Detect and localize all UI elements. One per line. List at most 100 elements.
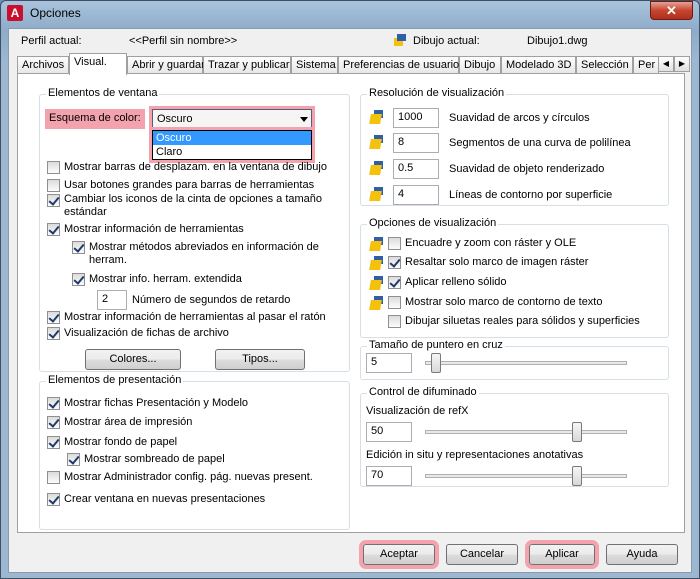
chevron-down-icon[interactable] [300, 117, 308, 122]
tab-dibujo[interactable]: Dibujo [459, 56, 501, 74]
checkbox-tooltips[interactable] [47, 223, 60, 236]
xref-fade-input[interactable]: 50 [366, 422, 412, 442]
option-claro[interactable]: Claro [153, 145, 311, 159]
tab-sistema[interactable]: Sistema [291, 56, 338, 74]
display-option-icon [369, 295, 385, 311]
resolution-icon [369, 134, 385, 150]
drawing-value: Dibujo1.dwg [527, 35, 588, 47]
checkbox-scrollbars[interactable] [47, 161, 60, 174]
color-scheme-select[interactable]: Oscuro [149, 106, 315, 133]
resolution-icon [369, 160, 385, 176]
drawing-icon [393, 33, 407, 47]
checkbox-create-viewport[interactable] [47, 493, 60, 506]
cancel-button[interactable]: Cancelar [446, 544, 518, 565]
tab-scroll-right-icon[interactable]: ▶ [674, 56, 690, 72]
checkbox-file-tabs[interactable] [47, 327, 60, 340]
inplace-fade-label: Edición in situ y representaciones anota… [366, 449, 584, 461]
fonts-button[interactable]: Tipos... [215, 349, 305, 370]
checkbox-pan-zoom-raster[interactable] [388, 237, 401, 250]
inplace-fade-slider-thumb[interactable] [572, 466, 582, 486]
label-large-buttons: Usar botones grandes para barras de herr… [64, 179, 315, 191]
checkbox-text-boundary[interactable] [388, 296, 401, 309]
polyline-segments-label: Segmentos de una curva de polilínea [449, 137, 631, 149]
delay-seconds-input[interactable]: 2 [97, 290, 127, 310]
crosshair-size-input[interactable]: 5 [366, 353, 412, 373]
checkbox-highlight-raster-frame[interactable] [388, 256, 401, 269]
display-options-group: Opciones de visualización Encuadre y zoo… [360, 217, 669, 338]
label-ribbon-icons: Cambiar los iconos de la cinta de opcion… [64, 193, 323, 205]
tab-visual[interactable]: Visual. [69, 53, 127, 75]
ok-button[interactable]: Aceptar [359, 540, 439, 569]
profile-value: <<Perfil sin nombre>> [129, 35, 238, 47]
checkbox-paper-shadow[interactable] [67, 453, 80, 466]
tab-modelado-3d[interactable]: Modelado 3D [501, 56, 576, 74]
autocad-logo-icon: A [7, 5, 23, 21]
checkbox-extended-tooltips[interactable] [72, 273, 85, 286]
label-layout-tabs: Mostrar fichas Presentación y Modelo [64, 397, 249, 409]
tab-archivos[interactable]: Archivos [17, 56, 69, 74]
label-create-viewport: Crear ventana en nuevas presentaciones [64, 493, 266, 505]
crosshair-size-group: Tamaño de puntero en cruz 5 [360, 339, 669, 380]
display-option-icon [369, 236, 385, 252]
visual-tab-panel: Elementos de ventana Esquema de color: O… [17, 73, 685, 533]
tab-abrir-guardar[interactable]: Abrir y guardar [127, 56, 205, 74]
xref-fade-slider-thumb[interactable] [572, 422, 582, 442]
display-resolution-title: Resolución de visualización [367, 87, 507, 99]
render-smoothness-input[interactable]: 0.5 [393, 159, 439, 179]
layout-elements-group: Elementos de presentación Mostrar fichas… [39, 374, 350, 530]
arc-smoothness-input[interactable]: 1000 [393, 108, 439, 128]
checkbox-layout-tabs[interactable] [47, 397, 60, 410]
label-paper-background: Mostrar fondo de papel [64, 436, 178, 448]
checkbox-rollover-tooltips[interactable] [47, 311, 60, 324]
label-pan-zoom-raster: Encuadre y zoom con ráster y OLE [405, 237, 577, 249]
checkbox-print-area[interactable] [47, 416, 60, 429]
crosshair-slider-thumb[interactable] [431, 353, 441, 373]
checkbox-page-setup-manager[interactable] [47, 471, 60, 484]
window-elements-group: Elementos de ventana Esquema de color: O… [39, 87, 350, 372]
inplace-fade-input[interactable]: 70 [366, 466, 412, 486]
tab-scroll-left-icon[interactable]: ◀ [658, 56, 674, 72]
label-true-silhouettes: Dibujar siluetas reales para sólidos y s… [405, 315, 640, 327]
checkbox-shortcuts[interactable] [72, 241, 85, 254]
checkbox-ribbon-icons[interactable] [47, 194, 60, 207]
label-solid-fill: Aplicar relleno sólido [405, 276, 507, 288]
display-options-title: Opciones de visualización [367, 217, 499, 229]
contour-lines-input[interactable]: 4 [393, 185, 439, 205]
label-file-tabs: Visualización de fichas de archivo [64, 327, 229, 339]
tab-seleccion[interactable]: Selección [576, 56, 633, 74]
crosshair-size-title: Tamaño de puntero en cruz [367, 339, 505, 351]
label-shortcuts: Mostrar métodos abreviados en informació… [89, 241, 319, 253]
checkbox-solid-fill[interactable] [388, 276, 401, 289]
window-title: Opciones [30, 6, 81, 20]
tab-perfiles[interactable]: Per [633, 56, 659, 74]
checkbox-true-silhouettes[interactable] [388, 315, 401, 328]
resolution-icon [369, 186, 385, 202]
checkbox-paper-background[interactable] [47, 436, 60, 449]
checkbox-large-buttons[interactable] [47, 179, 60, 192]
help-button[interactable]: Ayuda [606, 544, 678, 565]
label-scrollbars: Mostrar barras de desplazam. en la venta… [64, 161, 327, 173]
drawing-label: Dibujo actual: [413, 35, 480, 47]
xref-fade-label: Visualización de refX [366, 405, 469, 417]
close-button[interactable]: ✕ [650, 1, 693, 20]
resolution-icon [369, 109, 385, 125]
arc-smoothness-label: Suavidad de arcos y círculos [449, 112, 590, 124]
fade-control-group: Control de difuminado Visualización de r… [360, 386, 669, 487]
options-dialog: A Opciones ✕ Perfil actual: <<Perfil sin… [0, 0, 700, 579]
label-tooltips: Mostrar información de herramientas [64, 223, 244, 235]
apply-button[interactable]: Aplicar [525, 540, 599, 569]
xref-fade-slider-track[interactable] [425, 430, 627, 434]
display-option-icon [369, 275, 385, 291]
colors-button[interactable]: Colores... [85, 349, 181, 370]
layout-elements-title: Elementos de presentación [46, 374, 184, 386]
option-oscuro[interactable]: Oscuro [153, 131, 311, 145]
label-highlight-raster-frame: Resaltar solo marco de imagen ráster [405, 256, 589, 268]
contour-lines-label: Líneas de contorno por superficie [449, 189, 613, 201]
polyline-segments-input[interactable]: 8 [393, 133, 439, 153]
tab-preferencias[interactable]: Preferencias de usuario [338, 56, 459, 74]
color-scheme-label: Esquema de color: [45, 109, 145, 129]
inplace-fade-slider-track[interactable] [425, 474, 627, 478]
delay-seconds-label: Número de segundos de retardo [132, 294, 291, 306]
crosshair-slider-track[interactable] [425, 361, 627, 365]
tab-trazar-publicar[interactable]: Trazar y publicar [203, 56, 291, 74]
